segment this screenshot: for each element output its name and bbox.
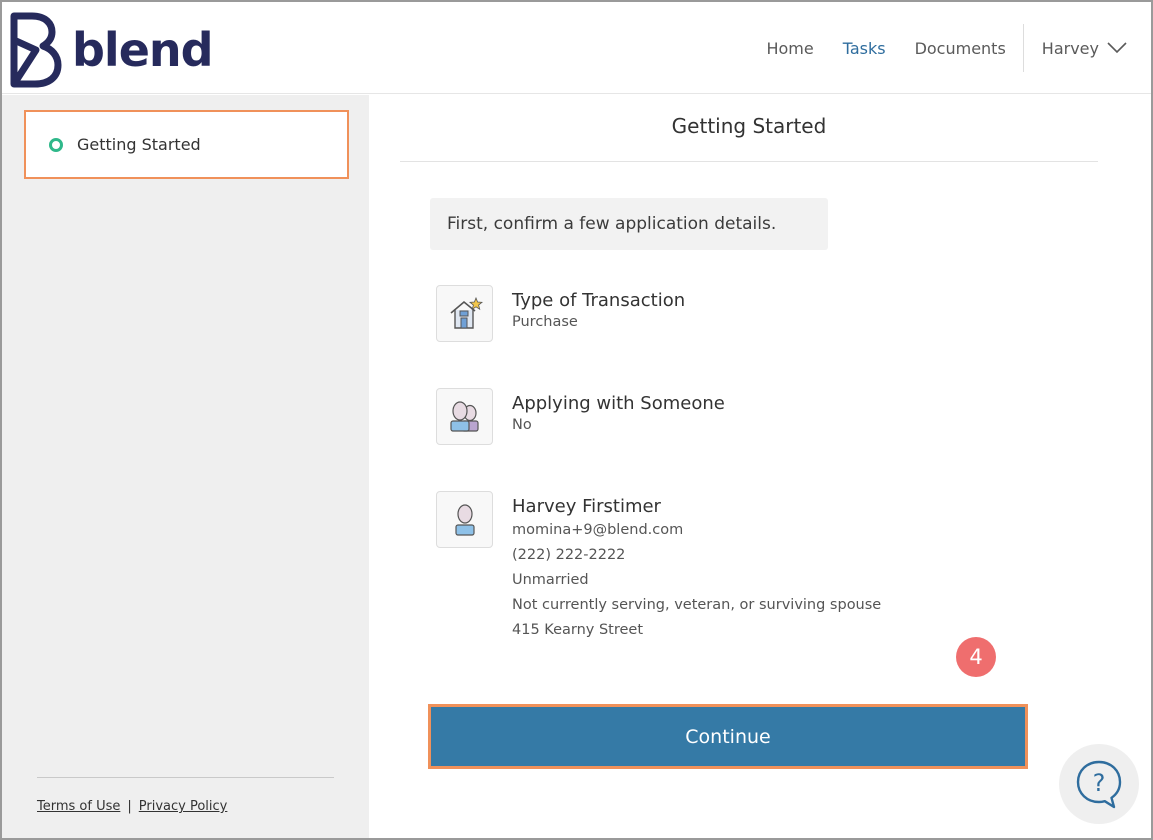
detail-transaction-type: Type of Transaction Purchase [436,285,685,342]
user-menu[interactable]: Harvey [1042,39,1127,58]
borrower-address: 415 Kearny Street [512,622,644,638]
chevron-down-icon [1107,42,1127,54]
sidebar-item-label: Getting Started [77,135,201,154]
borrower-email: momina+9@blend.com [512,522,684,538]
top-header: blend Home Tasks Documents Harvey [2,2,1151,94]
help-button[interactable]: ? [1059,744,1139,824]
nav-tasks[interactable]: Tasks [843,39,886,58]
continue-button[interactable]: Continue [428,704,1028,769]
sidebar-item-getting-started[interactable]: Getting Started [24,110,349,179]
sidebar: Getting Started Terms of Use | Privacy P… [2,95,369,838]
detail-value: No [512,417,532,433]
status-circle-icon [49,137,63,152]
step-number-badge: 4 [956,637,996,677]
title-divider [400,161,1098,162]
detail-title: Harvey Firstimer [512,496,661,517]
brand-logo[interactable]: blend [10,10,214,90]
house-star-icon [436,285,493,342]
nav-documents[interactable]: Documents [915,39,1006,58]
main-nav: Home Tasks Documents Harvey [737,2,1127,94]
person-icon [436,491,493,548]
svg-text:?: ? [1093,769,1106,797]
instruction-banner: First, confirm a few application details… [430,198,828,250]
terms-of-use-link[interactable]: Terms of Use [37,799,120,814]
nav-home[interactable]: Home [766,39,813,58]
detail-co-applicant: Applying with Someone No [436,388,725,445]
borrower-phone: (222) 222-2222 [512,547,626,563]
detail-borrower: Harvey Firstimer momina+9@blend.com (222… [436,491,881,643]
two-people-icon [436,388,493,445]
detail-title: Applying with Someone [512,393,725,414]
user-name: Harvey [1041,38,1099,58]
detail-title: Type of Transaction [512,290,686,311]
detail-value: Purchase [512,314,578,330]
footer-divider [37,777,334,778]
nav-divider [1022,24,1024,72]
borrower-military-status: Not currently serving, veteran, or survi… [512,597,882,613]
page-title: Getting Started [671,114,827,138]
help-question-icon: ? [1076,760,1122,809]
sidebar-footer: Terms of Use | Privacy Policy [37,799,227,814]
borrower-marital-status: Unmarried [512,572,589,588]
privacy-policy-link[interactable]: Privacy Policy [139,799,228,814]
footer-separator: | [127,799,132,814]
blend-logo-icon [10,12,62,88]
brand-name: blend [72,23,214,77]
continue-button-label: Continue [431,707,1025,766]
